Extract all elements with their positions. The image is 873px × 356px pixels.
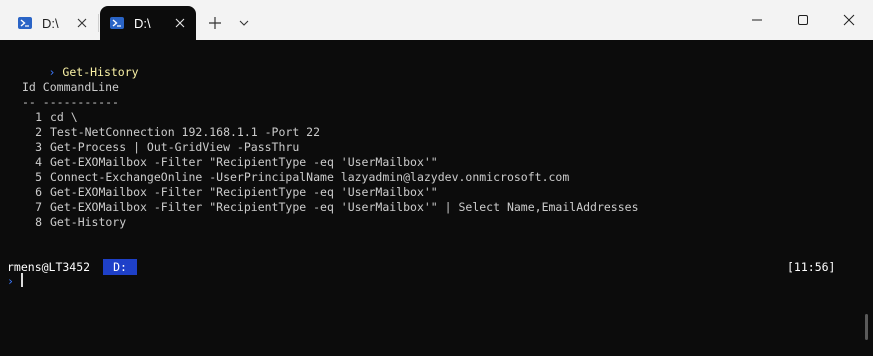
row-id: 7 xyxy=(35,200,42,214)
row-command: Test-NetConnection 192.168.1.1 -Port 22 xyxy=(50,125,321,139)
tab-label: D:\ xyxy=(134,15,151,31)
tab-d-drive-2[interactable]: D:\ xyxy=(100,6,196,40)
close-icon[interactable] xyxy=(72,13,92,33)
row-command: Connect-ExchangeOnline -UserPrincipalNam… xyxy=(50,170,570,184)
underline-id: -- xyxy=(22,95,36,109)
chevron-down-icon xyxy=(239,20,249,26)
powershell-icon xyxy=(18,17,32,29)
prompt-glyph: › xyxy=(7,274,14,288)
tab-label: D:\ xyxy=(42,15,59,31)
drive-badge: D: xyxy=(103,259,137,275)
close-window-button[interactable] xyxy=(826,4,872,36)
terminal-output[interactable]: › Get-History Id CommandLine -- --------… xyxy=(0,40,873,356)
row-command: Get-EXOMailbox -Filter "RecipientType -e… xyxy=(50,185,438,199)
minimize-button[interactable] xyxy=(734,4,780,36)
table-row: 3 Get-Process | Out-GridView -PassThru xyxy=(22,140,639,155)
minimize-icon xyxy=(752,19,762,21)
powershell-icon xyxy=(110,17,124,29)
row-command: Get-Process | Out-GridView -PassThru xyxy=(50,140,300,154)
title-bar: D:\ D:\ xyxy=(0,0,873,40)
row-id: 8 xyxy=(35,215,42,229)
close-icon[interactable] xyxy=(170,13,190,33)
close-icon xyxy=(843,14,855,26)
underline-commandline: ----------- xyxy=(42,95,119,109)
row-id: 1 xyxy=(35,110,42,124)
tab-d-drive-1[interactable]: D:\ xyxy=(8,6,98,40)
scrollbar[interactable] xyxy=(865,314,868,340)
terminal-window: D:\ D:\ › Get-History Id CommandLine -- … xyxy=(0,0,873,356)
row-id: 4 xyxy=(35,155,42,169)
text-cursor xyxy=(21,273,23,287)
command-line: › Get-History xyxy=(7,50,139,79)
row-command: Get-EXOMailbox -Filter "RecipientType -e… xyxy=(50,200,639,214)
tab-dropdown-button[interactable] xyxy=(235,12,253,34)
table-row: 1 cd \ xyxy=(22,110,639,125)
row-id: 2 xyxy=(35,125,42,139)
maximize-button[interactable] xyxy=(780,4,826,36)
table-header: Id CommandLine xyxy=(22,80,639,95)
table-header-underline: -- ----------- xyxy=(22,95,639,110)
row-id: 3 xyxy=(35,140,42,154)
table-row: 6 Get-EXOMailbox -Filter "RecipientType -… xyxy=(22,185,639,200)
tab-divider xyxy=(98,14,99,32)
history-table: Id CommandLine -- ----------- 1 cd \ 2 Tes… xyxy=(22,80,639,230)
maximize-icon xyxy=(798,15,808,25)
new-tab-button[interactable] xyxy=(204,12,226,34)
row-id: 5 xyxy=(35,170,42,184)
table-row: 5 Connect-ExchangeOnline -UserPrincipalNa… xyxy=(22,170,639,185)
plus-icon xyxy=(209,17,221,29)
header-id: Id xyxy=(22,80,36,94)
table-row: 8 Get-History xyxy=(22,215,639,230)
row-command: Get-History xyxy=(50,215,127,229)
row-command: cd \ xyxy=(50,110,78,124)
table-row: 2 Test-NetConnection 192.168.1.1 -Port 22 xyxy=(22,125,639,140)
prompt-user-host: rmens@LT3452 xyxy=(7,260,91,274)
prompt-line[interactable]: › xyxy=(7,274,14,289)
header-commandline: CommandLine xyxy=(42,80,119,94)
entered-command: Get-History xyxy=(62,65,139,79)
row-command: Get-EXOMailbox -Filter "RecipientType -e… xyxy=(50,155,438,169)
table-row: 7 Get-EXOMailbox -Filter "RecipientType -… xyxy=(22,200,639,215)
table-row: 4 Get-EXOMailbox -Filter "RecipientType -… xyxy=(22,155,639,170)
row-id: 6 xyxy=(35,185,42,199)
prompt-time: [11:56] xyxy=(787,260,836,274)
